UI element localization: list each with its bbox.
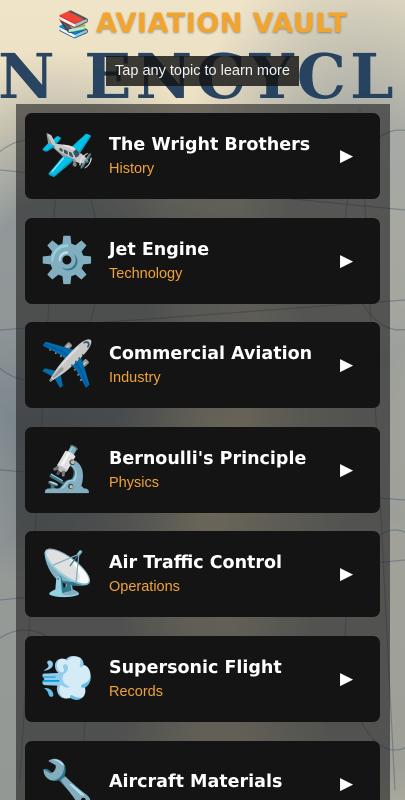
topic-category: Industry [109, 370, 161, 387]
topic-title: Supersonic Flight [109, 658, 282, 678]
topic-title: The Wright Brothers [109, 135, 311, 155]
topic-text: Aircraft Materials [109, 771, 340, 797]
books-icon: 📚 [57, 9, 90, 39]
topic-list[interactable]: 🛩️ The Wright Brothers History ▶ ⚙️ Jet Engin… [16, 104, 390, 800]
topic-card[interactable]: 📡 Air Traffic Control Operations ▶ [25, 531, 380, 618]
satellite-dish-icon: 📡 [39, 549, 95, 599]
airplane-icon: ✈️ [39, 340, 95, 390]
title-row: 📚 AVIATION VAULT [0, 8, 405, 40]
play-arrow-icon[interactable]: ▶ [340, 669, 380, 689]
topic-text: The Wright Brothers History [109, 134, 340, 178]
topic-title: Jet Engine [109, 239, 210, 260]
topic-title: Commercial Aviation [109, 344, 313, 365]
wind-icon: 💨 [39, 654, 95, 703]
topic-card[interactable]: 💨 Supersonic Flight Records ▶ [25, 636, 380, 722]
topic-category: Technology [109, 265, 183, 282]
microscope-icon: 🔬 [39, 444, 95, 494]
topic-title: Air Traffic Control [109, 553, 283, 574]
topic-text: Jet Engine Technology [109, 239, 340, 283]
play-arrow-icon[interactable]: ▶ [340, 460, 380, 480]
topic-card[interactable]: 🔬 Bernoulli's Principle Physics ▶ [25, 426, 380, 513]
topic-category: History [109, 161, 155, 177]
play-arrow-icon[interactable]: ▶ [340, 564, 380, 584]
play-arrow-icon[interactable]: ▶ [340, 251, 380, 271]
topic-text: Supersonic Flight Records [109, 657, 340, 701]
topic-category: Physics [109, 474, 159, 491]
topic-title: Bernoulli's Principle [109, 448, 307, 469]
topic-card[interactable]: ⚙️ Jet Engine Technology ▶ [25, 217, 380, 304]
topic-category: Records [109, 684, 163, 700]
gear-icon: ⚙️ [39, 235, 95, 285]
topic-text: Air Traffic Control Operations [109, 552, 340, 596]
play-arrow-icon[interactable]: ▶ [340, 355, 380, 375]
play-arrow-icon[interactable]: ▶ [340, 146, 380, 166]
play-arrow-icon[interactable]: ▶ [340, 774, 380, 794]
subtitle-hint: Tap any topic to learn more [106, 56, 299, 86]
topic-card[interactable]: 🔧 Aircraft Materials ▶ [25, 740, 380, 800]
wrench-icon: 🔧 [39, 758, 95, 800]
app-title: AVIATION VAULT [95, 8, 348, 39]
topic-title: Aircraft Materials [109, 771, 283, 792]
header: 📚 AVIATION VAULT Tap any topic to learn … [0, 8, 405, 86]
topic-card[interactable]: ✈️ Commercial Aviation Industry ▶ [25, 322, 380, 409]
topic-text: Commercial Aviation Industry [109, 343, 340, 387]
topic-card[interactable]: 🛩️ The Wright Brothers History ▶ [25, 113, 380, 199]
topic-category: Operations [109, 579, 180, 596]
topic-text: Bernoulli's Principle Physics [109, 448, 340, 492]
small-airplane-icon: 🛩️ [39, 131, 95, 180]
